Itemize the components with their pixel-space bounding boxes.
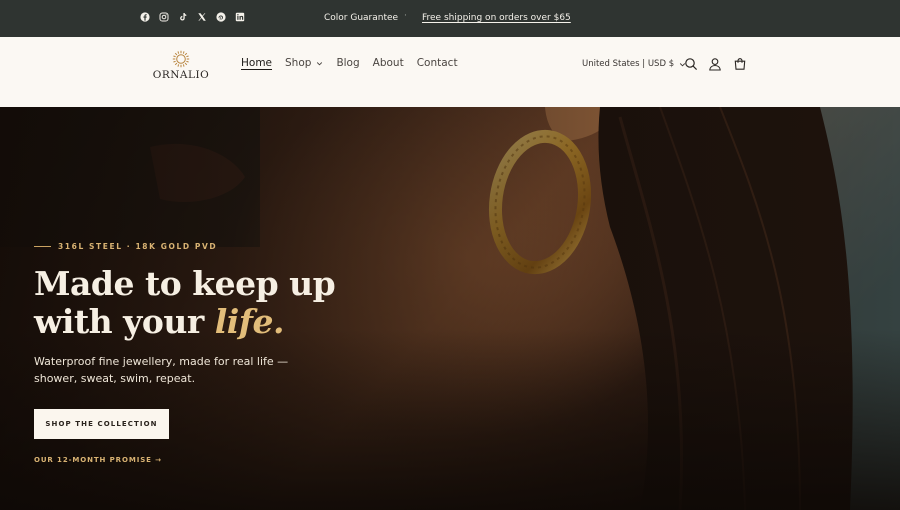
nav-item-contact[interactable]: Contact — [417, 57, 458, 69]
instagram-icon[interactable] — [159, 12, 169, 22]
search-icon[interactable] — [684, 57, 698, 71]
tiktok-icon[interactable] — [178, 12, 188, 22]
main-nav: Home Shop Blog About Contact — [241, 57, 471, 69]
promise-link[interactable]: OUR 12-MONTH PROMISE → — [34, 456, 162, 464]
hero-headline: Made to keep up with your life. — [34, 264, 336, 341]
cart-icon[interactable] — [733, 57, 747, 71]
shop-collection-button[interactable]: SHOP THE COLLECTION — [34, 409, 169, 439]
locale-selector[interactable]: United States | USD $ — [582, 59, 686, 69]
locale-label: United States | USD $ — [582, 59, 675, 69]
site-header: ORNALIO Home Shop Blog About Contact Uni… — [0, 37, 900, 107]
logo[interactable]: ORNALIO — [150, 50, 212, 81]
eyebrow-text: 316L STEEL · 18K GOLD PVD — [58, 242, 218, 251]
linkedin-icon[interactable] — [235, 12, 245, 22]
headline-line-2: with your — [34, 302, 215, 341]
nav-item-home[interactable]: Home — [241, 57, 272, 69]
hero-subcopy: Waterproof fine jewellery, made for real… — [34, 355, 289, 385]
announcement-bar: Color Guarantee · Free shipping on order… — [0, 0, 900, 37]
nav-item-about[interactable]: About — [373, 57, 404, 69]
free-shipping-link[interactable]: Free shipping on orders over $65 — [422, 12, 571, 24]
headline-line-1: Made to keep up — [34, 264, 336, 303]
nav-item-shop-label: Shop — [285, 57, 312, 69]
pinterest-icon[interactable] — [216, 12, 226, 22]
announcement-separator: · — [404, 11, 407, 21]
social-links — [140, 12, 245, 22]
eyebrow-divider — [34, 246, 51, 247]
chevron-down-icon — [316, 60, 323, 67]
hero-eyebrow: 316L STEEL · 18K GOLD PVD — [34, 242, 217, 251]
account-icon[interactable] — [708, 57, 722, 71]
nav-item-shop[interactable]: Shop — [285, 57, 323, 69]
headline-accent: life. — [214, 302, 285, 341]
logo-wordmark: ORNALIO — [152, 69, 210, 81]
hero-banner: 316L STEEL · 18K GOLD PVD Made to keep u… — [0, 107, 900, 510]
nav-item-blog[interactable]: Blog — [336, 57, 359, 69]
x-icon[interactable] — [197, 12, 207, 22]
announcement-message: Color Guarantee — [324, 13, 399, 23]
sun-logo-icon — [172, 50, 190, 68]
facebook-icon[interactable] — [140, 12, 150, 22]
